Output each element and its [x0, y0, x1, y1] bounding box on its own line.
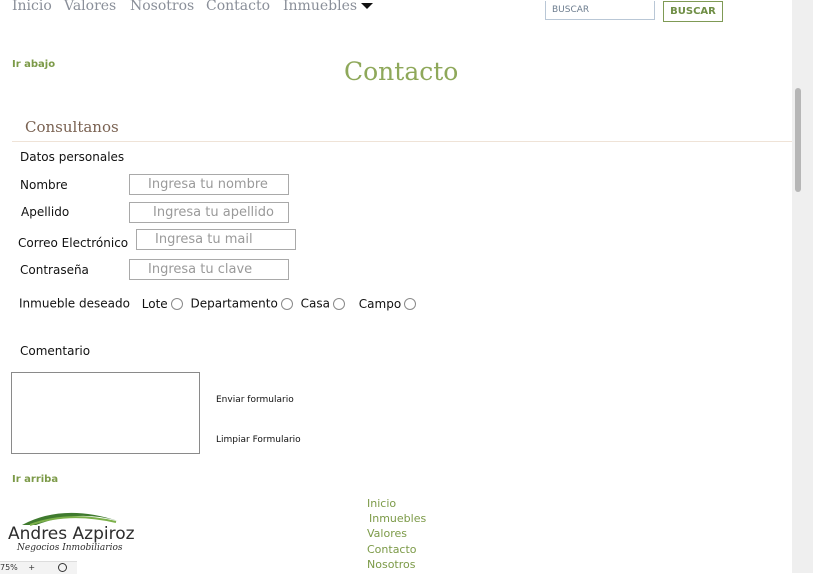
property-label: Inmueble deseado: [19, 296, 130, 311]
radio-campo[interactable]: [404, 297, 417, 310]
page-title: Contacto: [344, 57, 459, 86]
caret-down-icon: [361, 3, 374, 9]
zoom-level: 75%: [0, 563, 18, 572]
comment-label: Comentario: [20, 344, 91, 358]
footer-nav-valores[interactable]: Valores: [367, 527, 407, 540]
radio-casa[interactable]: [332, 297, 345, 310]
zoom-in-button[interactable]: +: [28, 563, 35, 572]
footer-nav-nosotros[interactable]: Nosotros: [367, 558, 415, 571]
radio-lote[interactable]: [170, 297, 183, 310]
password-label: Contraseña: [20, 263, 89, 277]
email-label: Correo Electrónico: [18, 236, 129, 250]
nav-inmuebles[interactable]: Inmuebles: [283, 0, 374, 14]
radio-label-campo: Campo: [358, 296, 402, 311]
go-up-link[interactable]: Ir arriba: [12, 474, 58, 485]
go-down-link[interactable]: Ir abajo: [12, 59, 55, 70]
search-input[interactable]: [545, 1, 655, 20]
name-field[interactable]: [129, 174, 289, 195]
zoom-reset-icon[interactable]: [57, 563, 67, 572]
section-divider: [12, 141, 792, 142]
password-field[interactable]: [129, 259, 289, 280]
radio-departamento[interactable]: [280, 297, 293, 310]
nav-inicio[interactable]: Inicio: [12, 0, 52, 14]
comment-textarea[interactable]: [11, 372, 200, 454]
radio-label-lote: Lote: [141, 296, 168, 311]
surname-label: Apellido: [21, 205, 70, 219]
email-field[interactable]: [136, 229, 296, 250]
search-button[interactable]: BUSCAR: [663, 1, 723, 22]
surname-field[interactable]: [129, 202, 289, 223]
nav-nosotros[interactable]: Nosotros: [130, 0, 194, 14]
logo-tagline: Negocios Inmobiliarios: [17, 543, 123, 553]
logo-name: Andres Azpiroz: [8, 524, 135, 544]
nav-contacto[interactable]: Contacto: [206, 0, 270, 14]
radio-label-departamento: Departamento: [190, 296, 278, 311]
section-title: Consultanos: [25, 118, 119, 136]
property-radio-group: Inmueble deseado Lote Departamento Casa …: [19, 296, 420, 311]
nav-inmuebles-label: Inmuebles: [283, 0, 358, 14]
footer-nav-contacto[interactable]: Contacto: [367, 543, 417, 556]
reset-button[interactable]: Limpiar Formulario: [216, 435, 301, 445]
personal-data-label: Datos personales: [20, 150, 125, 164]
footer-nav-inicio[interactable]: Inicio: [367, 497, 396, 510]
scrollbar-track[interactable]: [792, 0, 813, 573]
nav-valores[interactable]: Valores: [64, 0, 116, 14]
radio-label-casa: Casa: [300, 296, 330, 311]
name-label: Nombre: [20, 178, 68, 192]
scrollbar-thumb[interactable]: [795, 88, 801, 192]
submit-button[interactable]: Enviar formulario: [216, 395, 294, 405]
footer-nav-inmuebles[interactable]: Inmuebles: [369, 512, 426, 525]
zoom-bar: 75% +: [0, 563, 67, 573]
